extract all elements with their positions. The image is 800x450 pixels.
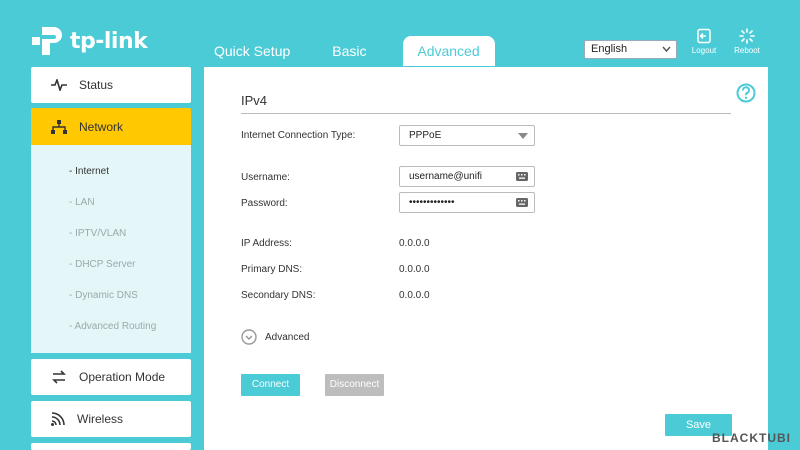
password-input[interactable]: ••••••••••••• [399,192,535,213]
subnav-item-iptv-vlan[interactable]: - IPTV/VLAN [69,228,126,239]
subnav-item-dynamic-dns[interactable]: - Dynamic DNS [69,290,138,301]
tp-link-logo: tp-link [28,22,148,60]
tab-advanced[interactable]: Advanced [402,36,495,66]
sidebar-item-label: Operation Mode [79,370,166,384]
dropdown-arrow-icon [518,133,528,139]
connection-type-value: PPPoE [409,130,442,141]
secondary-dns-label: Secondary DNS: [241,290,316,301]
advanced-label: Advanced [265,331,310,343]
secondary-dns-value: 0.0.0.0 [399,290,430,301]
subnav-item-advanced-routing[interactable]: - Advanced Routing [69,321,156,332]
password-value: ••••••••••••• [409,197,455,208]
disconnect-button[interactable]: Disconnect [325,374,384,396]
help-icon[interactable] [736,83,756,103]
primary-dns-value: 0.0.0.0 [399,264,430,275]
subnav-item-dhcp-server[interactable]: - DHCP Server [69,259,136,270]
username-label: Username: [241,172,290,183]
main-panel: IPv4 Internet Connection Type: PPPoE Use… [204,67,768,450]
subnav-item-internet[interactable]: - Internet [69,166,109,177]
swap-icon [52,370,66,384]
sidebar-item-more[interactable] [31,443,191,450]
language-select[interactable]: English [584,40,677,59]
logout-label: Logout [691,46,717,55]
tab-quick-setup[interactable]: Quick Setup [200,36,304,66]
section-title: IPv4 [241,93,268,108]
chevron-down-circle-icon [241,329,257,345]
network-subnav: - Internet - LAN - IPTV/VLAN - DHCP Serv… [31,145,191,353]
connection-type-label: Internet Connection Type: [241,130,356,141]
logout-button[interactable]: Logout [687,28,721,55]
tp-link-logo-icon [32,27,62,55]
username-input[interactable]: username@unifi [399,166,535,187]
chevron-down-icon [662,46,671,53]
connection-type-select[interactable]: PPPoE [399,125,535,146]
sidebar-item-label: Status [79,78,114,92]
sidebar-item-label: Wireless [77,412,124,426]
pulse-icon [51,79,67,91]
watermark: BLACKTUBI [712,431,791,445]
reboot-label: Reboot [734,46,760,55]
brand-name: tp-link [70,28,148,54]
section-divider [241,113,731,114]
connect-button[interactable]: Connect [241,374,300,396]
main-nav: Quick Setup Basic Advanced [200,36,509,66]
logout-icon [697,28,711,44]
language-value: English [591,43,628,55]
sidebar-item-wireless[interactable]: Wireless [31,401,191,437]
primary-dns-label: Primary DNS: [241,264,303,275]
network-icon [51,120,67,134]
ip-address-label: IP Address: [241,238,292,249]
reboot-icon [739,28,755,44]
sidebar-item-label: Network [79,120,124,134]
wifi-icon [51,412,65,426]
password-label: Password: [241,198,288,209]
reboot-button[interactable]: Reboot [730,28,764,55]
keyboard-icon[interactable] [516,198,528,207]
tab-basic[interactable]: Basic [318,36,380,66]
sidebar-item-status[interactable]: Status [31,67,191,103]
sidebar-item-operation-mode[interactable]: Operation Mode [31,359,191,395]
keyboard-icon[interactable] [516,172,528,181]
ip-address-value: 0.0.0.0 [399,238,430,249]
username-value: username@unifi [409,171,482,182]
sidebar-item-network[interactable]: Network [31,108,191,146]
subnav-item-lan[interactable]: - LAN [69,197,95,208]
advanced-toggle[interactable]: Advanced [241,329,309,345]
